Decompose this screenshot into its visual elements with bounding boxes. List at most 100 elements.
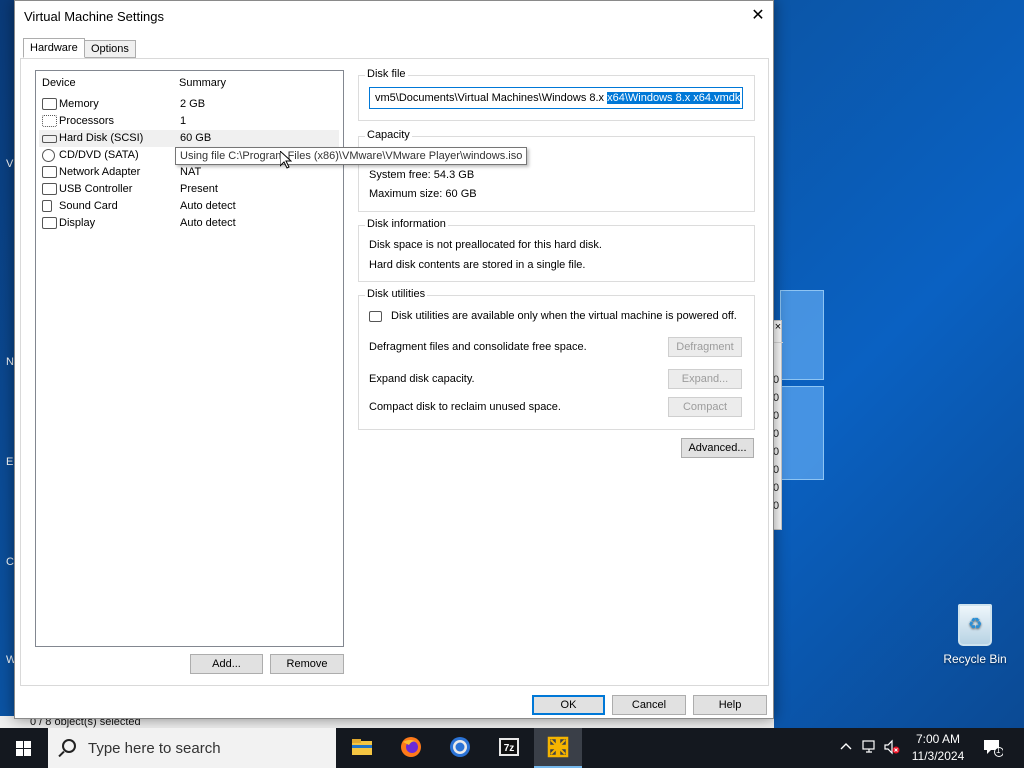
usb-icon xyxy=(42,183,57,195)
device-row-processors[interactable]: Processors 1 xyxy=(39,113,339,130)
speaker-icon xyxy=(42,200,52,212)
volume-muted-icon[interactable] xyxy=(884,739,900,755)
capacity-label: Capacity xyxy=(365,129,412,141)
device-name: Memory xyxy=(59,98,99,110)
file-explorer-icon xyxy=(352,739,372,755)
taskbar-file-explorer[interactable] xyxy=(338,728,386,768)
device-summary: 1 xyxy=(180,115,187,127)
device-column-header: Device xyxy=(42,77,76,89)
desktop-icon-label-fragment: N xyxy=(6,356,14,368)
taskbar-clock[interactable]: 7:00 AM 11/3/2024 xyxy=(905,731,971,765)
7zip-icon: 7z xyxy=(499,738,519,756)
device-summary: 60 GB xyxy=(180,132,212,144)
system-tray xyxy=(836,728,900,768)
taskbar-vmware[interactable] xyxy=(534,728,582,768)
disk-information-group: Disk information Disk space is not preal… xyxy=(358,218,755,282)
utilities-note-text: Disk utilities are available only when t… xyxy=(391,310,737,322)
device-row-display[interactable]: Display Auto detect xyxy=(39,215,339,232)
recycle-bin-icon xyxy=(958,604,992,646)
device-row-sound-card[interactable]: Sound Card Auto detect xyxy=(39,198,339,215)
disk-information-label: Disk information xyxy=(365,218,448,230)
info-bubble-icon xyxy=(369,311,382,322)
advanced-button[interactable]: Advanced... xyxy=(681,438,754,458)
bg-window-column: 0 0 0 0 0 0 0 0 xyxy=(773,374,780,512)
cd-dvd-icon xyxy=(42,149,55,162)
device-summary: Auto detect xyxy=(180,217,236,229)
ok-button[interactable]: OK xyxy=(532,695,605,715)
remove-device-button[interactable]: Remove xyxy=(270,654,344,674)
maximum-size-text: Maximum size: 60 GB xyxy=(369,188,477,200)
mouse-cursor-icon xyxy=(280,151,292,169)
network-adapter-icon xyxy=(42,166,57,178)
tab-hardware[interactable]: Hardware xyxy=(23,38,85,58)
network-icon[interactable] xyxy=(862,739,878,755)
chevron-up-icon[interactable] xyxy=(840,741,852,753)
expand-button[interactable]: Expand... xyxy=(668,369,742,389)
device-summary: Auto detect xyxy=(180,200,236,212)
help-button[interactable]: Help xyxy=(693,695,767,715)
device-name: USB Controller xyxy=(59,183,133,195)
device-name: Network Adapter xyxy=(59,166,141,178)
bg-window-close-icon: × xyxy=(773,321,783,343)
start-button[interactable] xyxy=(0,728,48,768)
device-row-usb-controller[interactable]: USB Controller Present xyxy=(39,181,339,198)
firefox-icon xyxy=(401,737,421,757)
taskbar-firefox[interactable] xyxy=(387,728,435,768)
processor-icon xyxy=(42,115,57,127)
recycle-bin-label: Recycle Bin xyxy=(943,652,1007,666)
close-icon: ✕ xyxy=(751,7,765,24)
memory-icon xyxy=(42,98,57,110)
taskbar-search-box[interactable]: Type here to search xyxy=(48,728,336,768)
disk-utilities-label: Disk utilities xyxy=(365,288,428,300)
desktop-icon-label-fragment: E xyxy=(6,456,14,468)
taskbar: Type here to search 7z 7:00 AM 11/3/2024… xyxy=(0,728,1024,768)
system-free-text: System free: 54.3 GB xyxy=(369,169,475,181)
expand-description: Expand disk capacity. xyxy=(369,373,475,385)
disk-file-label: Disk file xyxy=(365,68,408,80)
desktop-icon-label-fragment: C xyxy=(6,556,14,568)
action-center-button[interactable]: 1 xyxy=(980,728,1010,768)
vm-settings-dialog: Virtual Machine Settings ✕ Hardware Opti… xyxy=(14,0,774,719)
desktop-icon-label-fragment: V xyxy=(6,158,14,170)
compact-description: Compact disk to reclaim unused space. xyxy=(369,401,561,413)
windows-logo-wallpaper xyxy=(780,290,824,480)
cancel-button[interactable]: Cancel xyxy=(612,695,686,715)
device-row-hard-disk[interactable]: Hard Disk (SCSI) 60 GB xyxy=(39,130,339,147)
defragment-button[interactable]: Defragment xyxy=(668,337,742,357)
device-name: Display xyxy=(59,217,96,229)
device-row-memory[interactable]: Memory 2 GB xyxy=(39,96,339,113)
device-summary: NAT xyxy=(180,166,202,178)
clock-date: 11/3/2024 xyxy=(911,749,965,763)
disk-file-path-selected-text: x64\Windows 8.x x64.vmdk xyxy=(607,92,741,104)
device-name: Hard Disk (SCSI) xyxy=(59,132,144,144)
device-name: Processors xyxy=(59,115,115,127)
disk-file-path-input[interactable]: vm5\Documents\Virtual Machines\Windows 8… xyxy=(369,87,743,109)
device-row-network-adapter[interactable]: Network Adapter NAT xyxy=(39,164,339,181)
recycle-bin[interactable]: Recycle Bin xyxy=(940,600,1010,666)
defragment-description: Defragment files and consolidate free sp… xyxy=(369,341,587,353)
add-device-button[interactable]: Add... xyxy=(190,654,263,674)
device-summary: Present xyxy=(180,183,218,195)
chrome-icon xyxy=(450,737,470,757)
svg-text:7z: 7z xyxy=(504,743,515,754)
preallocation-text: Disk space is not preallocated for this … xyxy=(369,239,602,251)
title-bar[interactable]: Virtual Machine Settings ✕ xyxy=(15,1,773,32)
storage-type-text: Hard disk contents are stored in a singl… xyxy=(369,259,586,271)
tab-options[interactable]: Options xyxy=(84,40,136,58)
dialog-title: Virtual Machine Settings xyxy=(24,9,164,24)
hard-disk-icon xyxy=(42,135,57,143)
taskbar-7zip[interactable]: 7z xyxy=(485,728,533,768)
taskbar-chrome[interactable] xyxy=(436,728,484,768)
device-summary: 2 GB xyxy=(180,98,206,110)
search-icon xyxy=(62,739,76,753)
summary-column-header: Summary xyxy=(179,77,227,89)
disk-file-path-text: vm5\Documents\Virtual Machines\Windows 8… xyxy=(375,92,608,104)
vmware-icon xyxy=(547,736,569,758)
monitor-icon xyxy=(42,217,57,229)
clock-time: 7:00 AM xyxy=(915,732,961,746)
device-name: CD/DVD (SATA) xyxy=(59,149,139,161)
device-name: Sound Card xyxy=(59,200,118,212)
cd-dvd-tooltip: Using file C:\Program Files (x86)\VMware… xyxy=(175,147,528,165)
close-button[interactable]: ✕ xyxy=(743,1,773,31)
compact-button[interactable]: Compact xyxy=(668,397,742,417)
